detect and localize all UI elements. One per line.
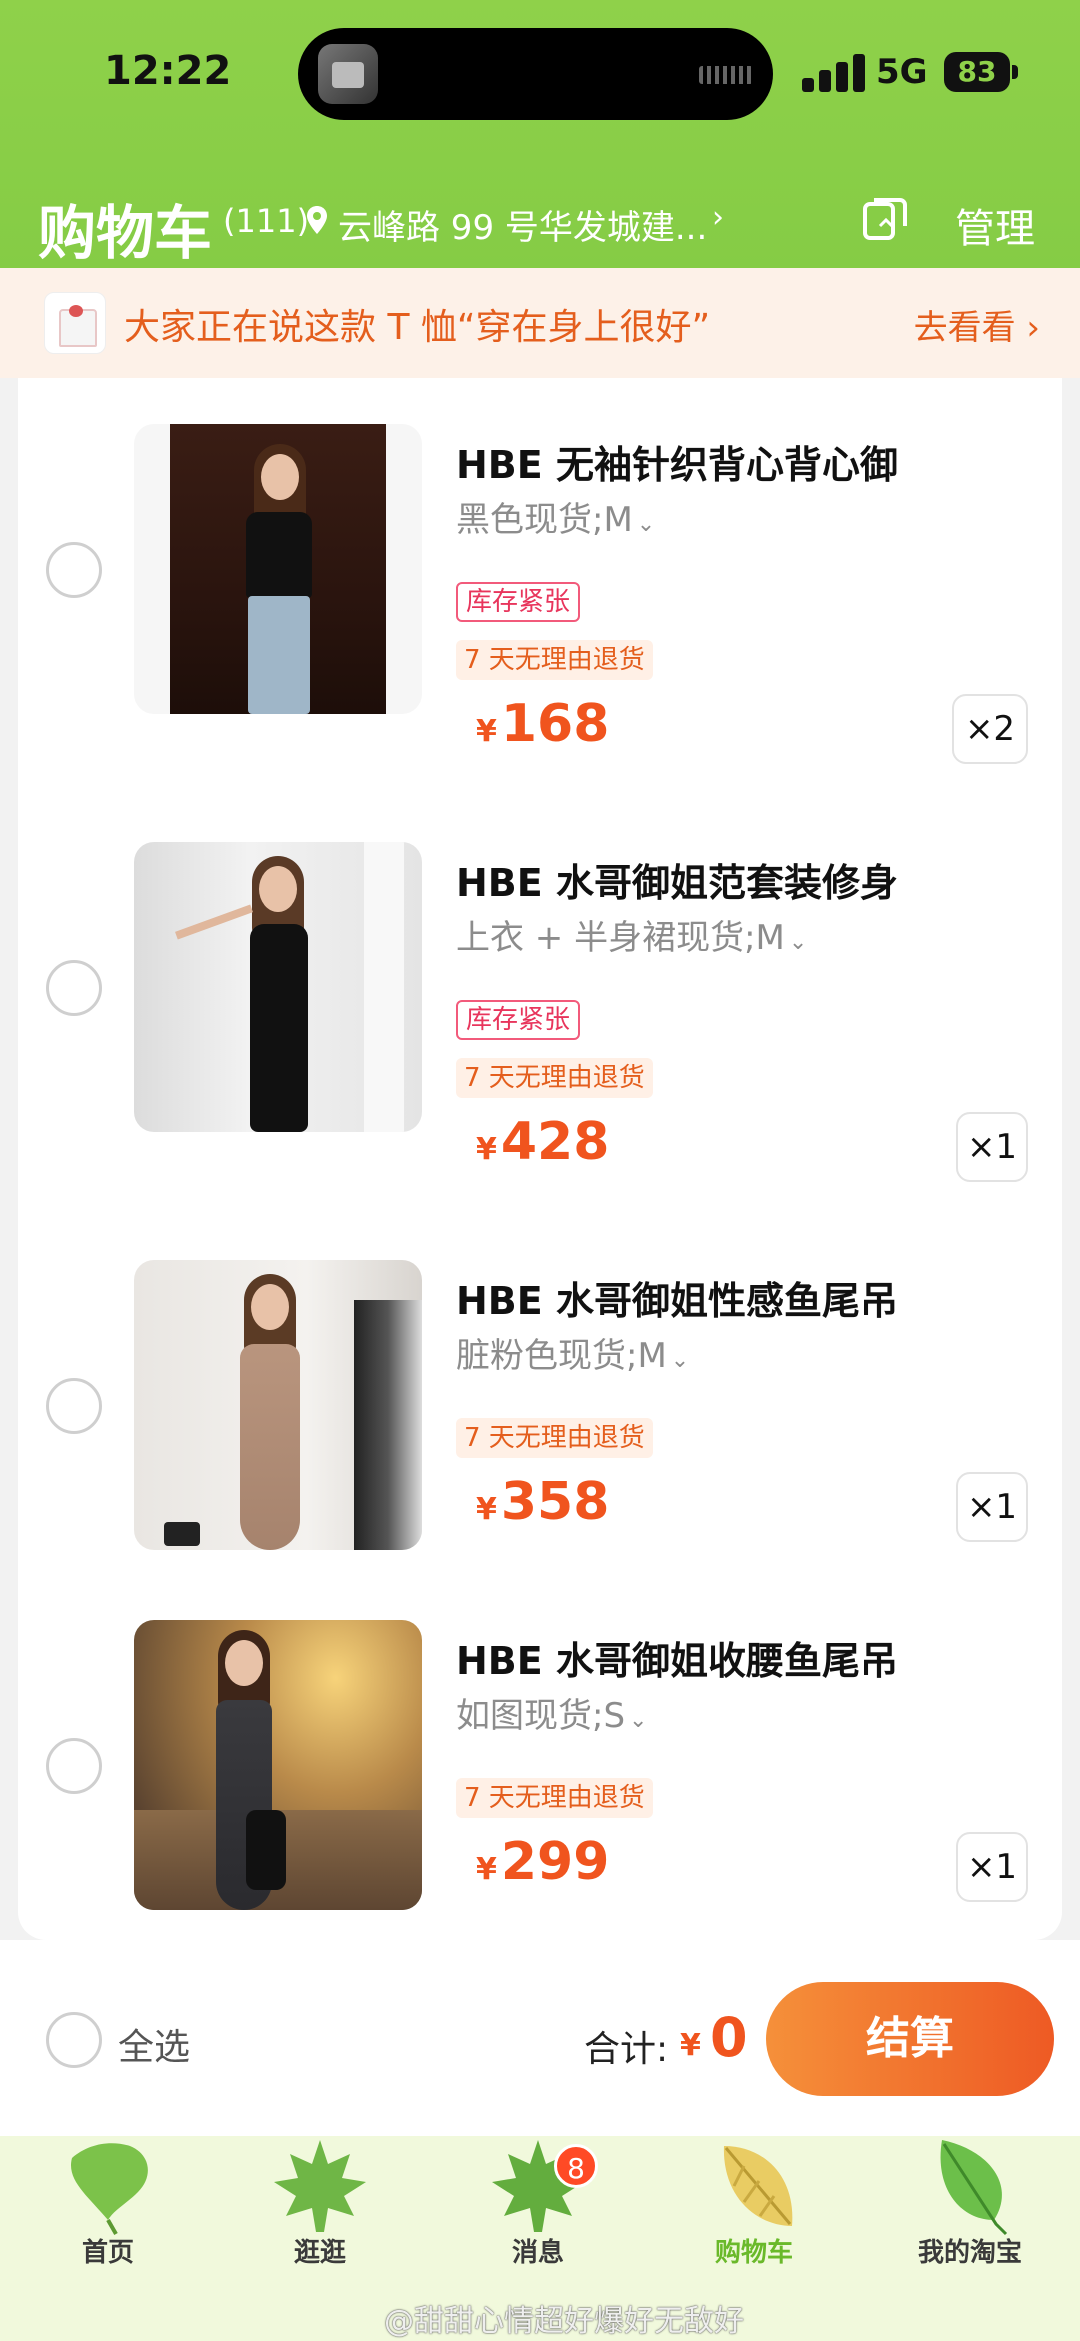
item-checkbox[interactable] (46, 960, 102, 1016)
product-price: ¥299 (476, 1832, 610, 1892)
tab-label: 逛逛 (293, 2238, 346, 2268)
tab-label: 我的淘宝 (917, 2238, 1022, 2268)
page-title: 购物车 (38, 199, 213, 267)
golden-leaf-icon (723, 2146, 793, 2226)
product-name[interactable]: HBE 水哥御姐收腰鱼尾吊 (456, 1630, 898, 1685)
green-leaf-icon (940, 2140, 1008, 2236)
chevron-down-icon: ⌄ (629, 1708, 648, 1733)
tshirt-thumbnail (44, 292, 106, 354)
stock-tag: 库存紧张 (456, 1000, 581, 1040)
app-icon (318, 44, 378, 104)
battery-icon: 83 (944, 52, 1020, 92)
return-tag: 7 天无理由退货 (456, 1778, 653, 1818)
product-image[interactable] (134, 1260, 422, 1550)
product-variant[interactable]: 脏粉色现货;M ⌄ (456, 1328, 689, 1377)
tab-label: 首页 (81, 2238, 134, 2268)
message-badge: 8 (554, 2144, 598, 2188)
battery-level: 83 (944, 52, 1010, 92)
location-pin-icon (307, 206, 327, 234)
top-header: 12:22 5G 83 购物车 (111) 云峰路 99 号华发城建... › … (0, 0, 1080, 268)
network-type: 5G (876, 52, 928, 92)
ginkgo-leaf-icon (70, 2143, 148, 2235)
signal-icon (802, 52, 868, 92)
quantity-button[interactable]: ×1 (956, 1472, 1028, 1542)
product-name[interactable]: HBE 水哥御姐范套装修身 (456, 852, 898, 907)
maple-leaf-icon (274, 2140, 366, 2232)
promo-banner[interactable]: 大家正在说这款 T 恤“穿在身上很好” 去看看 › (0, 268, 1080, 378)
delivery-address[interactable]: 云峰路 99 号华发城建... (338, 200, 707, 249)
select-all-label[interactable]: 全选 (118, 2018, 190, 2070)
checkout-button[interactable]: 结算 (766, 1982, 1054, 2096)
promo-text: 大家正在说这款 T 恤“穿在身上很好” (124, 307, 711, 348)
cart-count: (111) (223, 202, 310, 240)
address-arrow-icon[interactable]: › (712, 200, 724, 235)
return-tag: 7 天无理由退货 (456, 1418, 653, 1458)
product-name[interactable]: HBE 水哥御姐性感鱼尾吊 (456, 1270, 898, 1325)
bottom-tab-bar: 首页 逛逛 8 消息 购物车 我的淘宝 @甜甜心情超好爆好无敌好 (0, 2136, 1080, 2341)
total-amount: 0 (710, 2006, 748, 2069)
product-image[interactable] (134, 842, 422, 1132)
tab-explore[interactable]: 逛逛 (230, 2136, 410, 2341)
promo-link[interactable]: 去看看 › (914, 300, 1040, 349)
dynamic-island (298, 28, 773, 120)
return-tag: 7 天无理由退货 (456, 1058, 653, 1098)
checkout-bar: 全选 合计: ¥ 0 结算 (0, 1940, 1080, 2136)
total-label: 合计: (584, 2029, 669, 2070)
select-all-checkbox[interactable] (46, 2012, 102, 2068)
tab-home[interactable]: 首页 (18, 2136, 198, 2341)
product-price: ¥358 (476, 1472, 610, 1532)
tab-label: 消息 (511, 2238, 564, 2268)
total-currency: ¥ (680, 2028, 701, 2063)
manage-button[interactable]: 管理 (955, 196, 1035, 254)
quantity-button[interactable]: ×1 (956, 1832, 1028, 1902)
tab-label: 购物车 (714, 2238, 793, 2268)
item-checkbox[interactable] (46, 1378, 102, 1434)
cart-list: HBE 无袖针织背心背心御 黑色现货;M ⌄ 库存紧张 7 天无理由退货 ¥168… (18, 378, 1062, 1940)
cart-item: HBE 水哥御姐收腰鱼尾吊 如图现货;S ⌄ 7 天无理由退货 ¥299 ×1 (18, 378, 1062, 1910)
audio-wave-icon (699, 66, 753, 84)
quantity-button[interactable]: ×1 (956, 1112, 1028, 1182)
chevron-down-icon: ⌄ (788, 930, 808, 955)
chevron-down-icon: ⌄ (670, 1348, 690, 1373)
status-time: 12:22 (104, 48, 232, 94)
product-image[interactable] (134, 1620, 422, 1910)
tab-my-taobao[interactable]: 我的淘宝 (880, 2136, 1060, 2341)
item-checkbox[interactable] (46, 1738, 102, 1794)
product-variant[interactable]: 如图现货;S ⌄ (456, 1688, 647, 1737)
share-icon[interactable] (862, 196, 908, 242)
product-price: ¥428 (476, 1112, 610, 1172)
product-variant[interactable]: 上衣 + 半身裙现货;M ⌄ (456, 910, 807, 959)
weibo-watermark: @甜甜心情超好爆好无敌好 (384, 2304, 744, 2339)
